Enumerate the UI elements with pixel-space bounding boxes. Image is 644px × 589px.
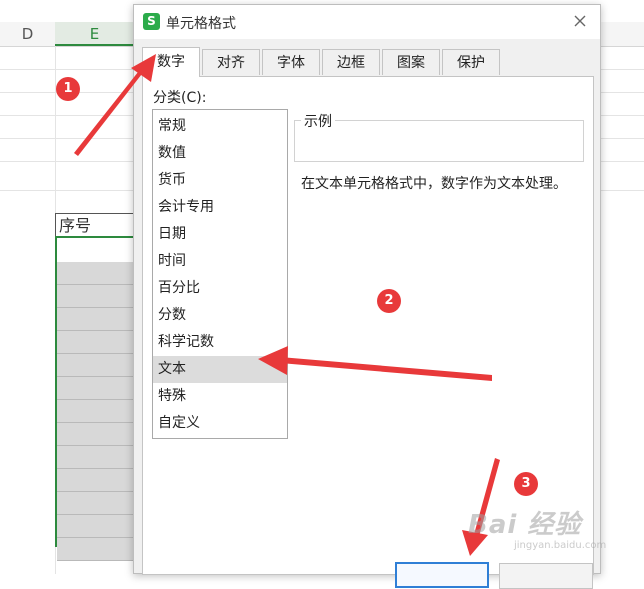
wps-app-icon: S (143, 13, 160, 30)
close-icon (574, 15, 586, 27)
category-item-percentage[interactable]: 百分比 (153, 275, 287, 302)
selected-cell-range[interactable] (55, 236, 135, 561)
selected-cell[interactable] (57, 515, 133, 538)
selected-cell[interactable] (57, 492, 133, 515)
close-button[interactable] (570, 11, 590, 31)
column-header-d[interactable]: D (0, 22, 56, 46)
column-e-cells: 序号 (55, 213, 135, 236)
step-badge-2: 2 (377, 289, 401, 313)
cancel-button[interactable] (499, 563, 593, 589)
category-item-currency[interactable]: 货币 (153, 167, 287, 194)
tab-font[interactable]: 字体 (262, 49, 320, 75)
category-item-time[interactable]: 时间 (153, 248, 287, 275)
category-item-general[interactable]: 常规 (153, 113, 287, 140)
sample-label: 示例 (301, 111, 335, 131)
tab-pattern[interactable]: 图案 (382, 49, 440, 75)
category-item-date[interactable]: 日期 (153, 221, 287, 248)
dialog-titlebar[interactable]: S 单元格格式 (134, 5, 600, 39)
tab-border[interactable]: 边框 (322, 49, 380, 75)
sample-box (294, 120, 584, 162)
selected-cell[interactable] (57, 377, 133, 400)
step-badge-1: 1 (56, 77, 80, 101)
selected-cell[interactable] (57, 308, 133, 331)
ok-button[interactable] (395, 562, 489, 588)
selected-cell[interactable] (57, 262, 133, 285)
selected-cell[interactable] (57, 285, 133, 308)
category-item-scientific[interactable]: 科学记数 (153, 329, 287, 356)
selected-cell[interactable] (57, 469, 133, 492)
category-item-special[interactable]: 特殊 (153, 383, 287, 410)
cell-serial-header[interactable]: 序号 (55, 213, 135, 236)
dialog-tabs: 数字 对齐 字体 边框 图案 保护 (142, 47, 592, 77)
watermark-logo: Bai 经验 (468, 510, 582, 540)
category-list[interactable]: 常规 数值 货币 会计专用 日期 时间 百分比 分数 科学记数 文本 特殊 自定… (152, 109, 288, 439)
selected-cell[interactable] (57, 538, 133, 561)
selected-cell[interactable] (57, 423, 133, 446)
selected-cell[interactable] (57, 400, 133, 423)
category-item-custom[interactable]: 自定义 (153, 410, 287, 437)
category-item-accounting[interactable]: 会计专用 (153, 194, 287, 221)
category-label: 分类(C): (153, 90, 207, 106)
category-item-fraction[interactable]: 分数 (153, 302, 287, 329)
category-item-text[interactable]: 文本 (153, 356, 287, 383)
tab-number[interactable]: 数字 (142, 47, 200, 77)
column-header-e[interactable]: E (55, 22, 135, 46)
selected-cell[interactable] (57, 446, 133, 469)
watermark-url: jingyan.baidu.com (514, 540, 607, 551)
category-description: 在文本单元格格式中，数字作为文本处理。 (301, 176, 567, 192)
tab-protection[interactable]: 保护 (442, 49, 500, 75)
tab-alignment[interactable]: 对齐 (202, 49, 260, 75)
selected-cell[interactable] (57, 331, 133, 354)
baidu-jingyan-watermark: Bai 经验 jingyan.baidu.com (468, 490, 618, 560)
dialog-title: 单元格格式 (166, 16, 236, 32)
category-item-number[interactable]: 数值 (153, 140, 287, 167)
selected-cell[interactable] (57, 354, 133, 377)
